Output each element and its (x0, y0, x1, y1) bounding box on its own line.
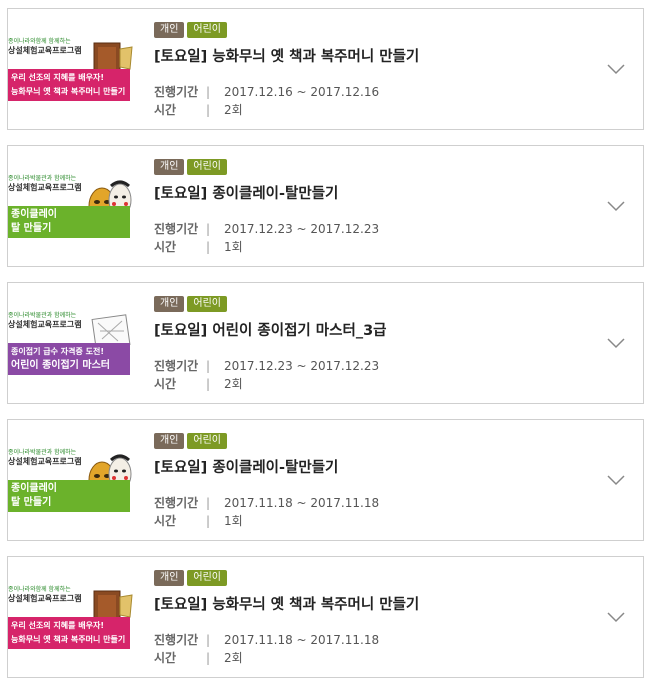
badge-children: 어린이 (187, 570, 228, 586)
program-thumbnail: 종이나라박물관과 함께하는 상설체험교육프로그램 종이클레이 탈 만들기 (8, 174, 134, 238)
program-card[interactable]: 종이나라박물관과 함께하는 상설체험교육프로그램 종이클레이 탈 만들기 개인 … (7, 145, 644, 267)
period-row: 진행기간 | 2017.11.18 ~ 2017.11.18 (154, 631, 379, 648)
separator: | (206, 359, 211, 373)
banner-line-1: 우리 선조의 지혜를 배우자! (11, 621, 104, 630)
separator: | (206, 496, 211, 510)
period-value: 2017.11.18 ~ 2017.11.18 (224, 633, 380, 647)
thumbnail-banner: 종이접기 급수 자격증 도전! 어린이 종이접기 마스터 (8, 343, 130, 375)
period-row: 진행기간 | 2017.11.18 ~ 2017.11.18 (154, 494, 379, 511)
banner-line-1: 종이접기 급수 자격증 도전! (11, 347, 104, 356)
period-value: 2017.12.23 ~ 2017.12.23 (224, 359, 380, 373)
period-value: 2017.12.23 ~ 2017.12.23 (224, 222, 380, 236)
time-row: 시간 | 2회 (154, 375, 243, 392)
period-label: 진행기간 (154, 359, 199, 373)
period-row: 진행기간 | 2017.12.23 ~ 2017.12.23 (154, 357, 379, 374)
period-label: 진행기간 (154, 85, 199, 99)
thumbnail-title: 상설체험교육프로그램 (8, 457, 82, 466)
thumbnail-banner: 종이클레이 탈 만들기 (8, 480, 130, 512)
chevron-down-icon[interactable] (607, 611, 625, 623)
chevron-down-icon[interactable] (607, 63, 625, 75)
badge-children: 어린이 (187, 433, 228, 449)
badge-children: 어린이 (187, 22, 228, 38)
badge-individual: 개인 (154, 159, 185, 175)
banner-line-1: 종이클레이 (11, 209, 57, 220)
period-value: 2017.12.16 ~ 2017.12.16 (224, 85, 380, 99)
period-value: 2017.11.18 ~ 2017.11.18 (224, 496, 380, 510)
program-card[interactable]: 종이나라박물관과 함께하는 상설체험교육프로그램 종이클레이 탈 만들기 개인 … (7, 419, 644, 541)
period-label: 진행기간 (154, 496, 199, 510)
time-row: 시간 | 1회 (154, 238, 243, 255)
thumbnail-banner: 종이클레이 탈 만들기 (8, 206, 130, 238)
badge-individual: 개인 (154, 570, 185, 586)
program-title[interactable]: [토요일] 능화무늬 옛 책과 복주머니 만들기 (154, 593, 419, 614)
chevron-down-icon[interactable] (607, 474, 625, 486)
thumbnail-banner: 우리 선조의 지혜를 배우자! 능화무늬 옛 책과 복주머니 만들기 (8, 617, 130, 649)
banner-line-2: 능화무늬 옛 책과 복주머니 만들기 (11, 635, 126, 644)
separator: | (206, 633, 211, 647)
chevron-down-icon[interactable] (607, 200, 625, 212)
banner-line-2: 능화무늬 옛 책과 복주머니 만들기 (11, 87, 126, 96)
time-label: 시간 (154, 240, 177, 254)
program-card[interactable]: 종이나라박물관과 함께하는 상설체험교육프로그램 종이접기 급수 자격증 도전!… (7, 282, 644, 404)
badge-children: 어린이 (187, 296, 228, 312)
separator: | (206, 85, 211, 99)
thumbnail-banner: 우리 선조의 지혜를 배우자! 능화무늬 옛 책과 복주머니 만들기 (8, 69, 130, 101)
program-card[interactable]: 종이나라와함께 함께하는 상설체험교육프로그램 우리 선조의 지혜를 배우자! … (7, 556, 644, 678)
banner-line-2: 탈 만들기 (11, 497, 52, 508)
time-value: 2회 (224, 651, 243, 665)
program-title[interactable]: [토요일] 어린이 종이접기 마스터_3급 (154, 319, 387, 340)
thumbnail-title: 상설체험교육프로그램 (8, 46, 82, 55)
banner-line-2: 탈 만들기 (11, 223, 52, 234)
program-card[interactable]: 종이나라와함께 함께하는 상설체험교육프로그램 우리 선조의 지혜를 배우자! … (7, 8, 644, 130)
time-row: 시간 | 2회 (154, 101, 243, 118)
thumbnail-subtitle: 종이나라박물관과 함께하는 (8, 175, 77, 182)
program-title[interactable]: [토요일] 능화무늬 옛 책과 복주머니 만들기 (154, 45, 419, 66)
separator: | (206, 651, 211, 665)
separator: | (206, 514, 211, 528)
badge-individual: 개인 (154, 296, 185, 312)
program-thumbnail: 종이나라박물관과 함께하는 상설체험교육프로그램 종이접기 급수 자격증 도전!… (8, 311, 134, 375)
time-label: 시간 (154, 651, 177, 665)
time-label: 시간 (154, 377, 177, 391)
badge-individual: 개인 (154, 433, 185, 449)
thumbnail-title: 상설체험교육프로그램 (8, 594, 82, 603)
program-title[interactable]: [토요일] 종이클레이-탈만들기 (154, 182, 338, 203)
banner-line-1: 종이클레이 (11, 483, 57, 494)
thumbnail-subtitle: 종이나라와함께 함께하는 (8, 38, 71, 45)
period-row: 진행기간 | 2017.12.16 ~ 2017.12.16 (154, 83, 379, 100)
thumbnail-subtitle: 종이나라박물관과 함께하는 (8, 449, 77, 456)
time-value: 2회 (224, 103, 243, 117)
time-row: 시간 | 2회 (154, 649, 243, 666)
period-label: 진행기간 (154, 633, 199, 647)
time-label: 시간 (154, 103, 177, 117)
chevron-down-icon[interactable] (607, 337, 625, 349)
time-value: 1회 (224, 514, 243, 528)
separator: | (206, 103, 211, 117)
program-title[interactable]: [토요일] 종이클레이-탈만들기 (154, 456, 338, 477)
program-thumbnail: 종이나라박물관과 함께하는 상설체험교육프로그램 종이클레이 탈 만들기 (8, 448, 134, 512)
separator: | (206, 377, 211, 391)
program-thumbnail: 종이나라와함께 함께하는 상설체험교육프로그램 우리 선조의 지혜를 배우자! … (8, 585, 134, 649)
program-thumbnail: 종이나라와함께 함께하는 상설체험교육프로그램 우리 선조의 지혜를 배우자! … (8, 37, 134, 101)
badge-children: 어린이 (187, 159, 228, 175)
period-row: 진행기간 | 2017.12.23 ~ 2017.12.23 (154, 220, 379, 237)
time-label: 시간 (154, 514, 177, 528)
time-row: 시간 | 1회 (154, 512, 243, 529)
thumbnail-subtitle: 종이나라와함께 함께하는 (8, 586, 71, 593)
time-value: 1회 (224, 240, 243, 254)
badge-individual: 개인 (154, 22, 185, 38)
thumbnail-title: 상설체험교육프로그램 (8, 320, 82, 329)
period-label: 진행기간 (154, 222, 199, 236)
separator: | (206, 240, 211, 254)
banner-line-2: 어린이 종이접기 마스터 (11, 360, 110, 371)
time-value: 2회 (224, 377, 243, 391)
thumbnail-title: 상설체험교육프로그램 (8, 183, 82, 192)
banner-line-1: 우리 선조의 지혜를 배우자! (11, 73, 104, 82)
thumbnail-subtitle: 종이나라박물관과 함께하는 (8, 312, 77, 319)
separator: | (206, 222, 211, 236)
